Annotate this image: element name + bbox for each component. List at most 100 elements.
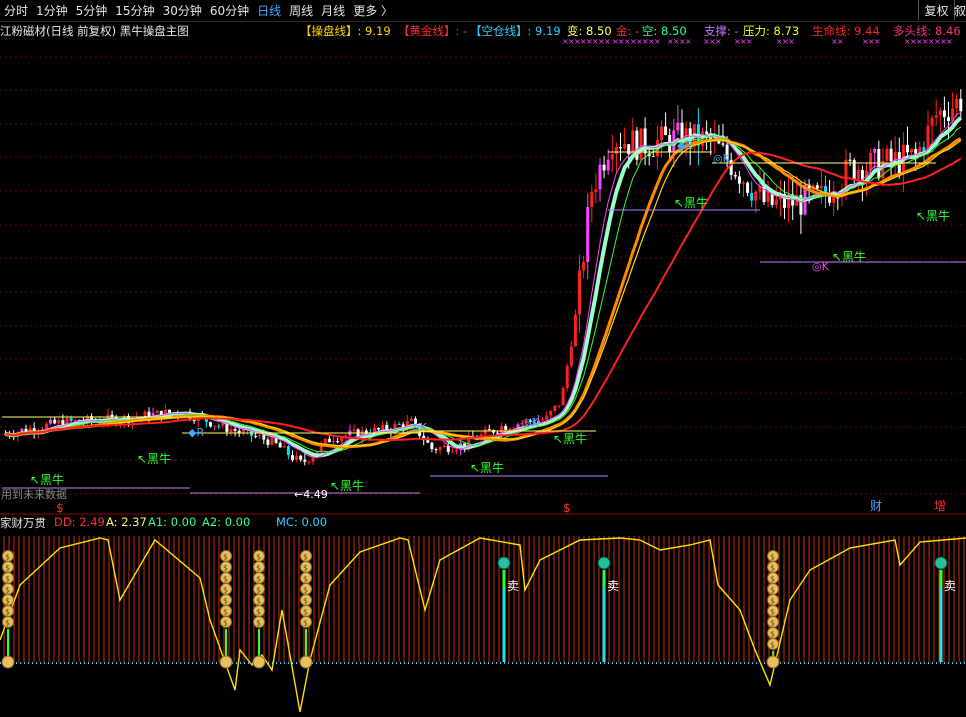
candle-body-212 <box>873 149 877 153</box>
candle-body-108 <box>446 445 450 452</box>
candle-body-216 <box>889 148 893 162</box>
k-mark-0: ◎K <box>410 421 428 434</box>
svg-text:×: × <box>874 37 881 46</box>
ma-line-green <box>5 126 962 453</box>
candle-body-171 <box>705 131 709 134</box>
svg-text:×: × <box>946 37 953 46</box>
heiniu-label-7: ↖黑牛 <box>916 208 950 223</box>
candle-body-136 <box>561 388 565 406</box>
candle-body-70 <box>291 455 294 460</box>
svg-text:$: $ <box>223 553 228 562</box>
candle-body-148 <box>610 154 614 160</box>
candle-body-221 <box>910 148 914 153</box>
candle-body-82 <box>340 437 344 442</box>
candle-body-147 <box>606 159 610 171</box>
candle-body-106 <box>438 446 442 451</box>
candle-body-40 <box>168 409 171 413</box>
candle-body-161 <box>664 126 668 136</box>
svg-text:×: × <box>685 37 692 46</box>
candle-body-211 <box>869 152 873 171</box>
svg-text:卖: 卖 <box>607 579 619 593</box>
svg-text:$: $ <box>256 608 261 617</box>
zeng-mark: 增 <box>934 499 946 513</box>
svg-text:×: × <box>654 37 661 46</box>
candle-body-78 <box>323 438 327 444</box>
svg-text:$: $ <box>5 575 10 584</box>
svg-text:$: $ <box>770 619 775 628</box>
candle-body-103 <box>426 440 430 443</box>
candle-body-56 <box>233 429 237 431</box>
svg-text:$: $ <box>223 575 228 584</box>
svg-text:$: $ <box>770 608 775 617</box>
candle-body-67 <box>278 442 282 448</box>
lower-value-3: A2: 0.00 <box>202 515 251 529</box>
candle-body-72 <box>299 455 303 460</box>
svg-text:$: $ <box>256 564 261 573</box>
candle-body-228 <box>938 110 942 116</box>
candle-body-188 <box>774 199 778 205</box>
svg-text:×: × <box>604 37 611 46</box>
candle-body-138 <box>569 346 573 366</box>
candle-body-158 <box>651 156 655 158</box>
k-mark-2: ◎K <box>713 152 731 165</box>
svg-text:卖: 卖 <box>944 579 956 593</box>
candle-body-58 <box>241 429 245 433</box>
candle-body-13 <box>57 420 61 424</box>
candle-body-17 <box>73 420 77 422</box>
candle-body-141 <box>582 262 586 271</box>
svg-text:$: $ <box>303 564 308 573</box>
svg-text:$: $ <box>223 597 228 606</box>
dollar-mark-1: $ <box>563 501 571 515</box>
candle-body-186 <box>766 191 770 202</box>
candle-body-50 <box>209 422 212 427</box>
svg-text:$: $ <box>303 553 308 562</box>
svg-text:$: $ <box>303 619 308 628</box>
svg-text:$: $ <box>5 597 10 606</box>
candle-body-91 <box>377 428 381 430</box>
svg-text:$: $ <box>223 608 228 617</box>
candle-body-226 <box>930 117 934 126</box>
svg-text:×: × <box>715 37 722 46</box>
candle-body-34 <box>143 411 147 417</box>
candle-body-63 <box>262 435 266 440</box>
candle-body-215 <box>885 148 889 161</box>
candle-body-179 <box>737 176 741 184</box>
candle-body-64 <box>266 439 270 445</box>
svg-text:$: $ <box>303 597 308 606</box>
lower-value-2: A1: 0.00 <box>148 515 197 529</box>
lower-histogram <box>3 536 965 662</box>
stock-chart[interactable]: ↖黑牛 ↖黑牛 ↖黑牛 ↖黑牛 ↖黑牛 ↖黑牛 ↖黑牛 ↖黑牛 ◆R ◆R ◎K ◎K ◎K ◎K ←4.4… <box>0 0 966 717</box>
candle-body-160 <box>660 126 663 140</box>
r-mark-0: ◆R <box>188 426 204 439</box>
svg-text:$: $ <box>770 630 775 639</box>
candle-body-37 <box>155 410 159 414</box>
heiniu-label-2: ↖黑牛 <box>330 478 364 493</box>
candle-body-183 <box>754 191 758 201</box>
candle-body-68 <box>282 446 286 448</box>
candle-body-175 <box>721 143 725 145</box>
candle-body-143 <box>590 192 594 208</box>
svg-text:卖: 卖 <box>507 579 519 593</box>
svg-text:$: $ <box>303 608 308 617</box>
svg-text:$: $ <box>770 641 775 650</box>
candle-body-178 <box>733 175 737 177</box>
svg-text:$: $ <box>770 597 775 606</box>
candle-body-51 <box>213 425 217 427</box>
candle-body-71 <box>295 455 299 460</box>
cai-mark: 财 <box>870 499 882 513</box>
candle-body-140 <box>578 270 581 315</box>
candle-body-123 <box>508 428 512 430</box>
lower-curve <box>0 537 966 713</box>
candle-body-117 <box>483 429 487 435</box>
heiniu-label-1: ↖黑牛 <box>137 451 171 466</box>
svg-text:$: $ <box>770 564 775 573</box>
candle-body-232 <box>955 98 959 109</box>
svg-text:$: $ <box>770 575 775 584</box>
candle-body-206 <box>848 159 852 161</box>
candle-body-132 <box>545 415 549 420</box>
candle-body-52 <box>217 425 221 427</box>
candle-body-227 <box>934 115 938 118</box>
lower-value-4: MC: 0.00 <box>276 515 328 529</box>
svg-text:$: $ <box>303 575 308 584</box>
candle-body-131 <box>541 419 545 421</box>
